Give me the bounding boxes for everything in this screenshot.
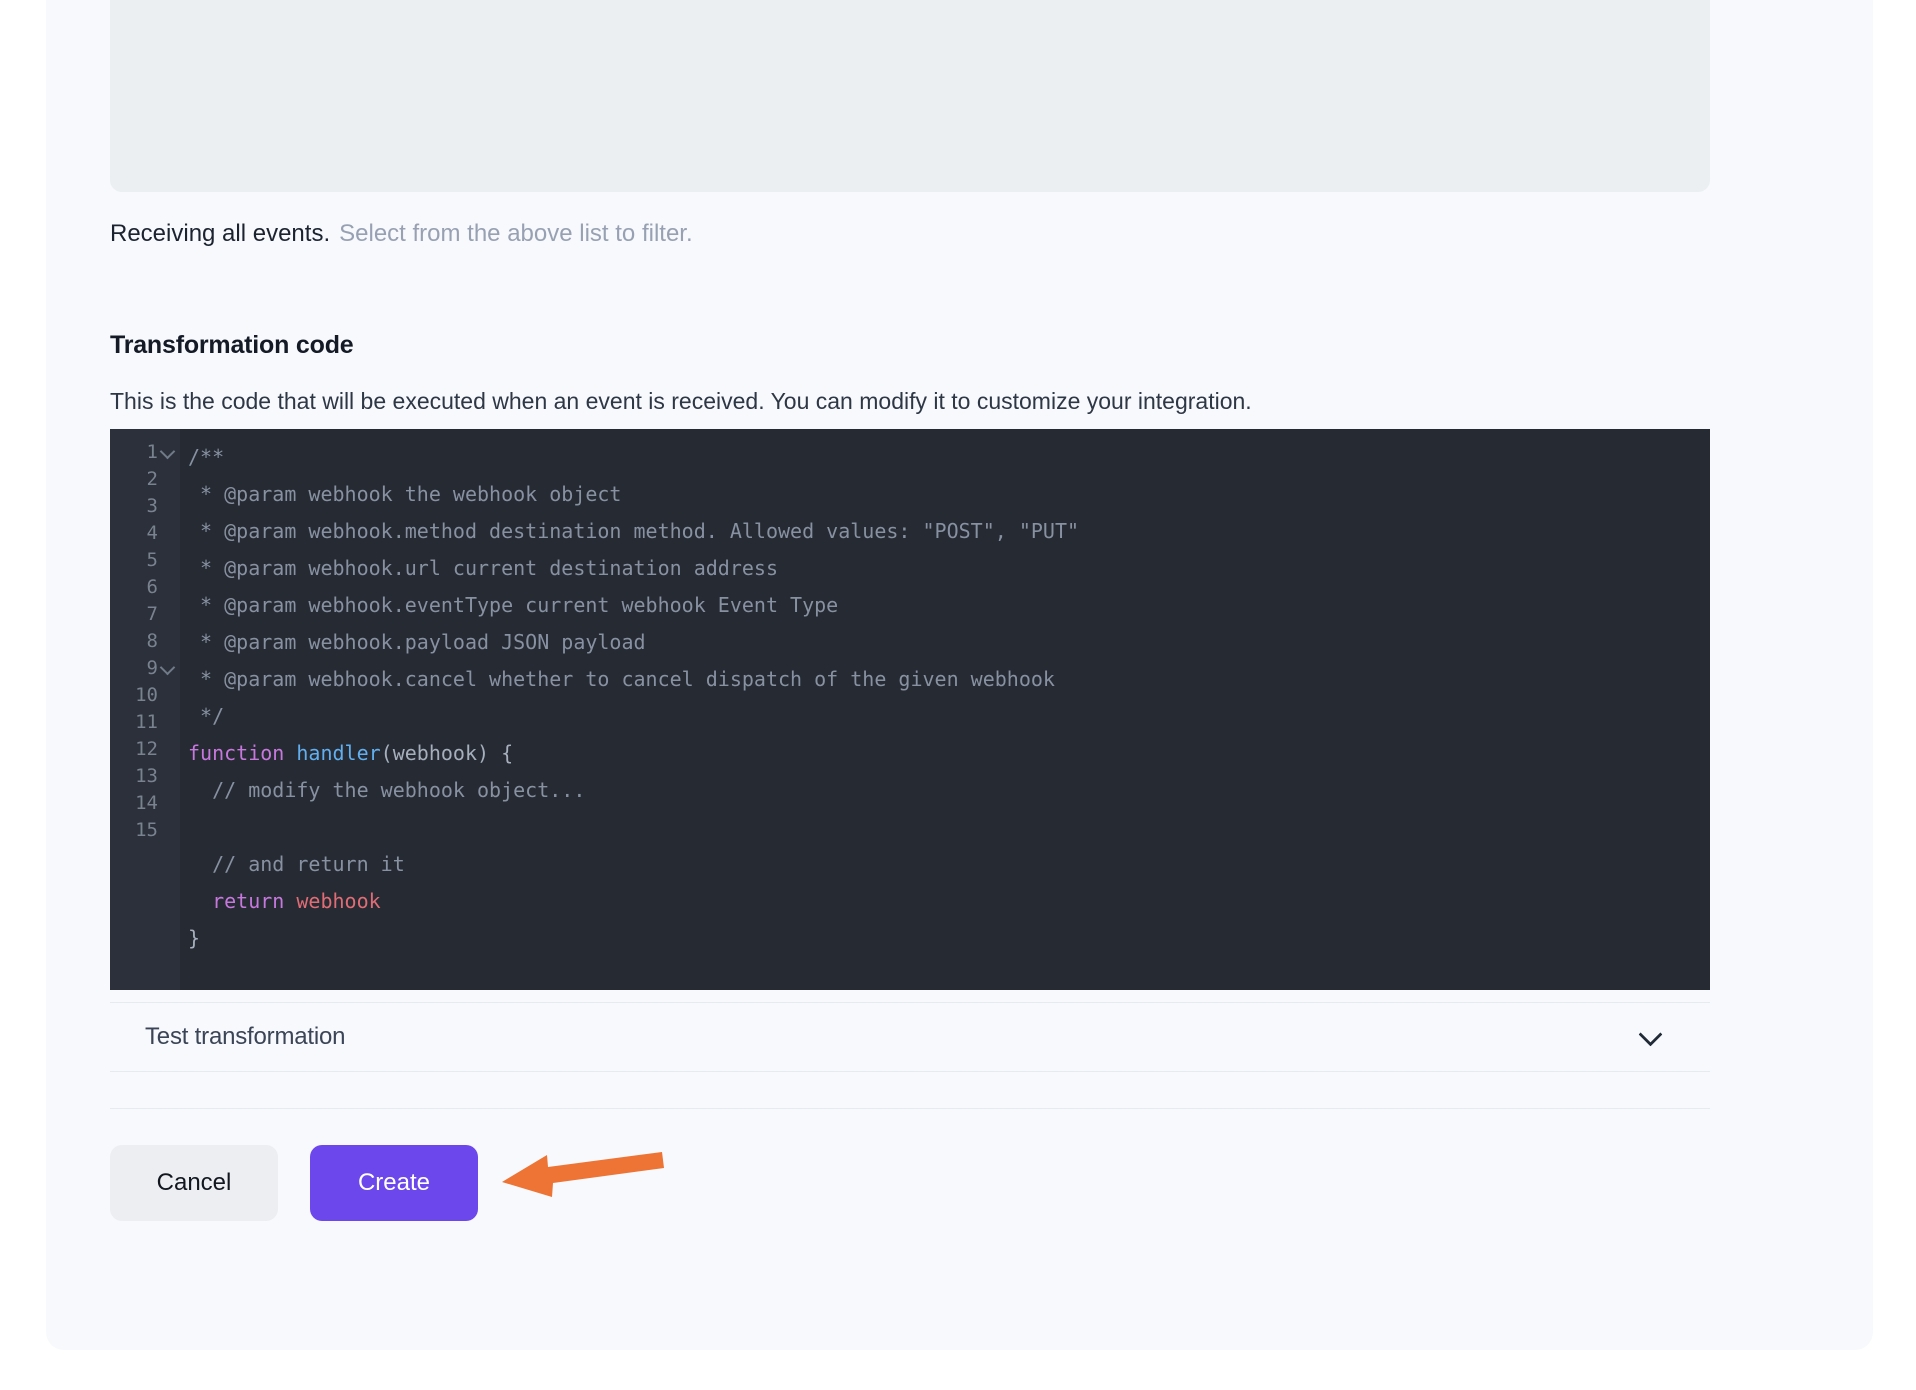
editor-gutter: 123456789101112131415 (110, 429, 180, 990)
status-hint-text: Select from the above list to filter. (339, 220, 693, 247)
code-editor[interactable]: 123456789101112131415 /** * @param webho… (110, 429, 1710, 990)
chevron-down-icon (1640, 1026, 1662, 1048)
code-line[interactable]: return webhook (188, 883, 1710, 920)
line-number: 11 (110, 709, 180, 736)
annotation-arrow-icon (495, 1146, 675, 1204)
code-line[interactable]: } (188, 920, 1710, 957)
test-transformation-label: Test transformation (145, 1023, 345, 1051)
code-line[interactable]: * @param webhook.payload JSON payload (188, 624, 1710, 661)
arrow-shape (502, 1152, 664, 1197)
code-line[interactable]: * @param webhook.cancel whether to cance… (188, 661, 1710, 698)
line-number: 15 (110, 817, 180, 844)
code-line[interactable]: * @param webhook.url current destination… (188, 550, 1710, 587)
divider (110, 1108, 1710, 1109)
event-filter-panel[interactable] (110, 0, 1710, 192)
code-line[interactable]: * @param webhook.method destination meth… (188, 513, 1710, 550)
status-text: Receiving all events. (110, 220, 330, 247)
editor-code: /** * @param webhook the webhook object … (188, 439, 1710, 957)
code-line[interactable]: /** (188, 439, 1710, 476)
page: Receiving all events. Select from the abo… (0, 0, 1916, 1390)
code-line[interactable]: // modify the webhook object... (188, 772, 1710, 809)
line-number: 5 (110, 547, 180, 574)
line-number: 4 (110, 520, 180, 547)
line-number: 12 (110, 736, 180, 763)
line-number: 3 (110, 493, 180, 520)
event-filter-status: Receiving all events. Select from the abo… (110, 218, 693, 250)
create-button[interactable]: Create (310, 1145, 478, 1221)
transformation-code-title: Transformation code (110, 329, 353, 361)
line-number: 14 (110, 790, 180, 817)
transformation-code-description: This is the code that will be executed w… (110, 386, 1252, 416)
line-number: 7 (110, 601, 180, 628)
line-number: 8 (110, 628, 180, 655)
line-number: 6 (110, 574, 180, 601)
content-card: Receiving all events. Select from the abo… (46, 0, 1873, 1350)
code-line[interactable]: function handler(webhook) { (188, 735, 1710, 772)
code-line[interactable]: // and return it (188, 846, 1710, 883)
cancel-button[interactable]: Cancel (110, 1145, 278, 1221)
code-line[interactable]: * @param webhook.eventType current webho… (188, 587, 1710, 624)
line-number: 13 (110, 763, 180, 790)
code-line[interactable]: * @param webhook the webhook object (188, 476, 1710, 513)
line-number: 10 (110, 682, 180, 709)
code-line[interactable] (188, 809, 1710, 846)
line-number: 2 (110, 466, 180, 493)
test-transformation-toggle[interactable]: Test transformation (110, 1002, 1710, 1072)
code-line[interactable]: */ (188, 698, 1710, 735)
